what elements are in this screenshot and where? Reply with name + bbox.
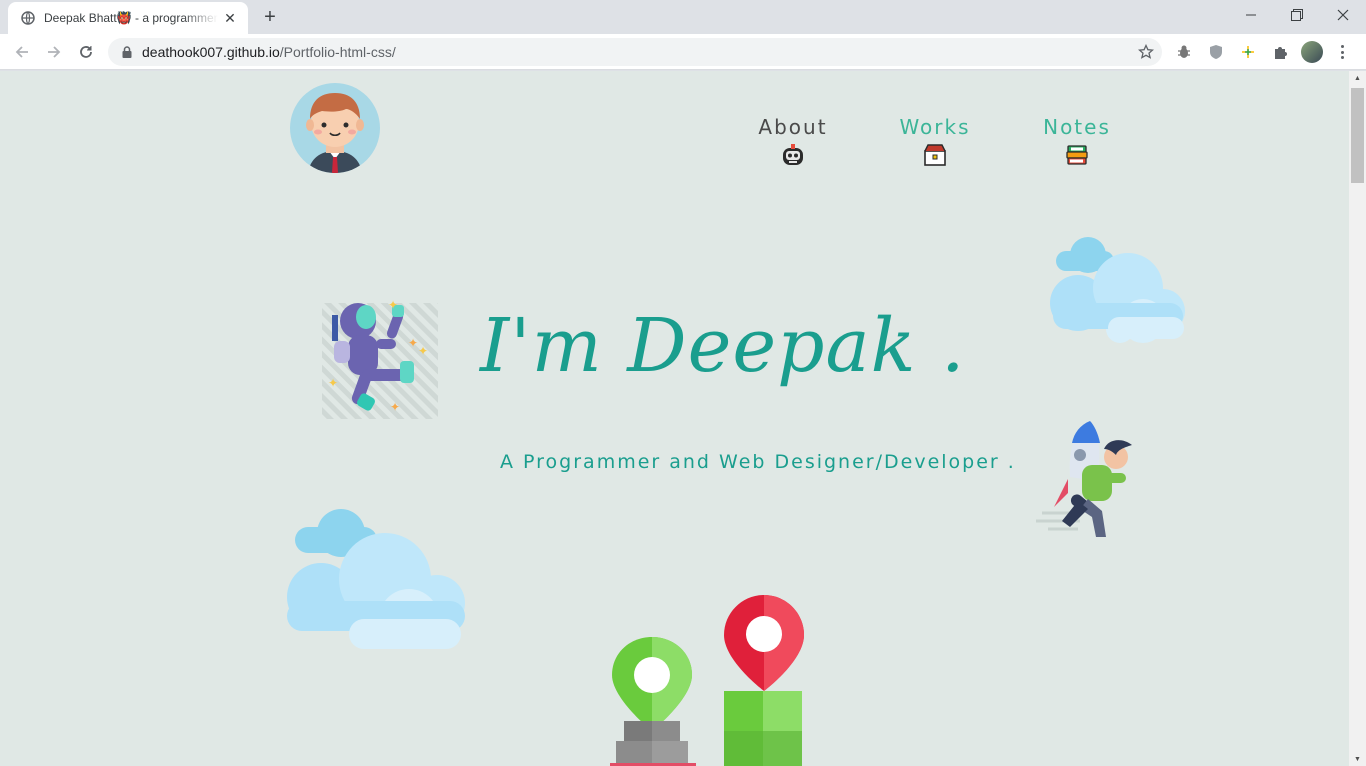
address-bar[interactable]: deathook007.github.io/Portfolio-html-css… [108,38,1162,66]
restore-button[interactable] [1274,0,1320,30]
puzzle-extensions-icon[interactable] [1270,42,1290,62]
cloud-illustration [1048,233,1188,350]
reload-button[interactable] [72,38,100,66]
logo-avatar[interactable] [290,83,380,173]
svg-text:✦: ✦ [388,298,398,312]
back-button[interactable] [8,38,36,66]
browser-tab[interactable]: Deepak Bhatt👹 - a programmer ✕ [8,2,248,34]
svg-text:✦: ✦ [408,336,418,350]
books-icon [1065,143,1089,167]
scroll-up-arrow-icon[interactable]: ▲ [1349,71,1366,85]
rocket-man-illustration [1034,417,1138,550]
bug-extension-icon[interactable] [1174,42,1194,62]
close-window-button[interactable] [1320,0,1366,30]
url-domain: deathook007.github.io [142,44,280,60]
nav-about-label: About [758,115,828,139]
nav-notes[interactable]: Notes [1017,115,1137,167]
bookmark-star-icon[interactable] [1137,43,1155,60]
new-tab-button[interactable]: + [258,6,282,30]
url-text: deathook007.github.io/Portfolio-html-css… [142,44,396,60]
hero-subtitle: A Programmer and Web Designer/Developer … [500,451,1016,473]
chrome-menu-button[interactable] [1336,42,1348,62]
minimize-button[interactable] [1228,0,1274,30]
hero-title: I'm Deepak . [480,303,966,389]
tab-strip: Deepak Bhatt👹 - a programmer ✕ + [0,0,1366,34]
tab-close-icon[interactable]: ✕ [222,10,238,26]
cloud-illustration [285,507,469,658]
nav-works-label: Works [899,115,971,139]
lock-icon [120,45,134,59]
nav-about[interactable]: About [733,115,853,167]
shield-extension-icon[interactable] [1206,42,1226,62]
tab-title: Deepak Bhatt👹 - a programmer [44,11,218,25]
forward-button[interactable] [40,38,68,66]
globe-icon [20,10,36,26]
profile-avatar[interactable] [1301,41,1323,63]
page-scrollbar[interactable]: ▲ ▼ [1349,71,1366,766]
page-viewport: About Works Notes ✦ ✦ ✦ ✦ ✦ I'm Deepak .… [0,71,1349,766]
browser-toolbar: deathook007.github.io/Portfolio-html-css… [0,34,1366,70]
svg-text:✦: ✦ [418,344,428,358]
location-pins-illustration [606,591,806,766]
astronaut-illustration: ✦ ✦ ✦ ✦ ✦ [318,297,442,428]
nav-notes-label: Notes [1043,115,1111,139]
scroll-down-arrow-icon[interactable]: ▼ [1349,752,1366,766]
robot-icon [781,143,805,167]
svg-text:✦: ✦ [328,376,338,390]
sparkle-extension-icon[interactable] [1238,42,1258,62]
nav-works[interactable]: Works [875,115,995,167]
scroll-thumb[interactable] [1351,88,1364,183]
url-path: /Portfolio-html-css/ [279,44,396,60]
briefcase-icon [923,143,947,167]
svg-text:✦: ✦ [390,400,400,414]
